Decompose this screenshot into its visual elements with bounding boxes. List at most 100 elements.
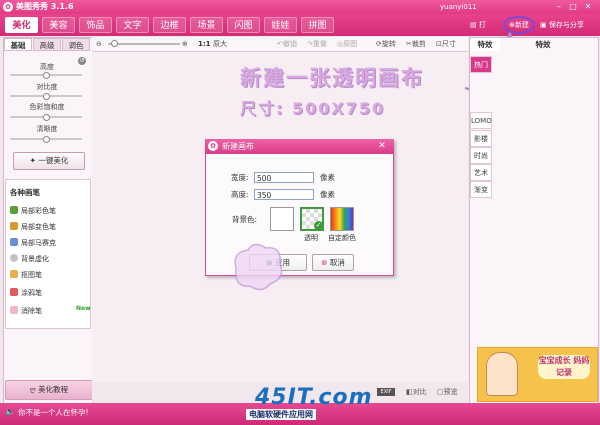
category-fashion[interactable]: 时尚 <box>470 147 492 164</box>
redo-button[interactable]: ↷重做 <box>307 39 327 49</box>
height-unit: 像素 <box>320 190 335 199</box>
annotation-headline: 新建一张透明画布 <box>240 66 424 90</box>
hands-icon: ღ <box>29 385 39 394</box>
tab-beautify[interactable]: 美化 <box>5 17 38 33</box>
width-input[interactable]: 500 <box>254 172 314 183</box>
brush-label: 抠图笔 <box>21 271 42 279</box>
tab-doll[interactable]: 娃娃 <box>264 17 297 33</box>
brush-item[interactable]: 消除笔 <box>10 306 42 316</box>
category-hot[interactable]: 热门 <box>470 56 492 73</box>
tab-accessories[interactable]: 饰品 <box>79 17 112 33</box>
slider-knob[interactable] <box>43 136 50 143</box>
subtab-color[interactable]: 调色 <box>62 38 90 51</box>
tab-scene[interactable]: 场景 <box>190 17 223 33</box>
effects-tab-2[interactable]: 特效 <box>528 38 558 51</box>
zoom-slider[interactable] <box>108 43 180 45</box>
reset-icon[interactable]: ↺ <box>78 57 86 65</box>
tutorial-button[interactable]: ღ 美化教程 <box>5 380 93 400</box>
cutout-icon <box>10 270 18 278</box>
width-unit: 像素 <box>320 173 335 182</box>
tab-flash[interactable]: 闪图 <box>227 17 260 33</box>
close-icon[interactable]: ✕ <box>582 1 594 12</box>
brush-item[interactable]: 背景虚化 <box>10 254 49 264</box>
slider-label-brightness: 高度 <box>40 63 54 71</box>
effects-tab[interactable]: 特效 <box>470 38 500 51</box>
user-name[interactable]: yuanyi011 <box>440 1 477 13</box>
tab-collage[interactable]: 拼图 <box>301 17 334 33</box>
transparent-label: 透明 <box>304 234 318 242</box>
compare-icon: ◧ <box>406 388 413 396</box>
subtab-advanced[interactable]: 高级 <box>33 38 61 51</box>
brush-label: 局部变色笔 <box>21 223 56 231</box>
size-button[interactable]: ⊡尺寸 <box>436 39 456 49</box>
eraser-icon <box>10 306 18 314</box>
brush-label: 局部马赛克 <box>21 239 56 247</box>
crop-button[interactable]: ✂裁剪 <box>406 39 426 49</box>
slider-knob[interactable] <box>43 72 50 79</box>
brush-item[interactable]: 涂鸦笔 <box>10 288 42 298</box>
compare-label: 对比 <box>412 388 427 396</box>
preview-button[interactable]: ▢预览 <box>437 387 458 397</box>
background-label: 背景色: <box>232 215 258 224</box>
title-bar <box>0 0 600 14</box>
category-lomo[interactable]: LOMO <box>470 112 492 129</box>
cancel-label: 取消 <box>329 258 345 267</box>
slider-knob[interactable] <box>43 114 50 121</box>
category-art[interactable]: 艺术 <box>470 164 492 181</box>
brush-item[interactable]: 抠图笔 <box>10 270 42 280</box>
zoom-slider-knob[interactable] <box>111 40 118 47</box>
baby-illustration-icon <box>486 352 518 396</box>
rotate-button[interactable]: ⟳旋转 <box>376 39 396 49</box>
mosaic-icon <box>10 238 18 246</box>
zoom-in-icon[interactable]: ⊕ <box>182 39 188 49</box>
new-badge: New <box>76 305 91 312</box>
redo-label: 重做 <box>312 40 327 48</box>
tutorial-label: 美化教程 <box>38 385 69 394</box>
annotation-size: 尺寸: 500X750 <box>240 99 386 118</box>
slider-label-contrast: 对比度 <box>36 83 58 91</box>
slider-label-saturation: 色彩饱和度 <box>29 103 65 111</box>
custom-color-swatch[interactable] <box>330 207 354 231</box>
height-label: 高度: <box>231 190 249 199</box>
color-brush-icon <box>10 206 18 214</box>
status-text[interactable]: 你不是一个人在怀孕! <box>18 406 89 420</box>
save-share-button[interactable]: ▣ 保存与分享 <box>540 17 584 33</box>
speaker-icon: 🔈 <box>5 407 15 416</box>
white-swatch[interactable] <box>270 207 294 231</box>
brush-item[interactable]: 局部马赛克 <box>10 238 56 248</box>
crop-label: 裁剪 <box>411 40 426 48</box>
undo-button[interactable]: ↶撤销 <box>277 39 297 49</box>
preview-icon: ▢ <box>437 388 444 396</box>
zoom-ratio[interactable]: 1:1 <box>198 39 211 49</box>
brush-label: 消除笔 <box>21 307 42 315</box>
tab-text[interactable]: 文字 <box>116 17 149 33</box>
dialog-logo-icon: ✿ <box>208 141 218 151</box>
size-label: 尺寸 <box>441 40 456 48</box>
category-gradient[interactable]: 渐变 <box>470 181 492 198</box>
watermark-caption: 电脑软硬件应用网 <box>246 409 316 420</box>
save-share-label: 保存与分享 <box>548 21 584 29</box>
slider-knob[interactable] <box>43 93 50 100</box>
brush-item[interactable]: 局部变色笔 <box>10 222 56 232</box>
height-input[interactable]: 350 <box>254 189 314 200</box>
one-click-beautify-button[interactable]: ✦ 一键美化 <box>13 152 85 170</box>
dialog-close-icon[interactable]: ✕ <box>375 140 389 153</box>
undo-label: 撤销 <box>282 40 297 48</box>
exif-icon[interactable]: EXIF <box>377 388 395 396</box>
original-button[interactable]: ◎原图 <box>337 39 357 49</box>
compare-button[interactable]: ◧对比 <box>406 387 427 397</box>
tab-beauty[interactable]: 美容 <box>42 17 75 33</box>
cancel-icon: ⊗ <box>321 258 330 267</box>
category-studio[interactable]: 影楼 <box>470 130 492 147</box>
zoom-original-label[interactable]: 原大 <box>213 39 227 49</box>
cancel-button[interactable]: ⊗ 取消 <box>312 254 354 271</box>
custom-color-label: 自定颜色 <box>328 234 356 242</box>
subtab-basic[interactable]: 基础 <box>4 38 32 51</box>
brush-item[interactable]: 局部彩色笔 <box>10 206 56 216</box>
maximize-icon[interactable]: □ <box>567 1 579 12</box>
slider-label-sharpness: 清晰度 <box>36 125 58 133</box>
doodle-icon <box>10 288 18 296</box>
tab-frame[interactable]: 边框 <box>153 17 186 33</box>
minimize-icon[interactable]: – <box>553 1 565 12</box>
zoom-out-icon[interactable]: ⊖ <box>96 39 102 49</box>
